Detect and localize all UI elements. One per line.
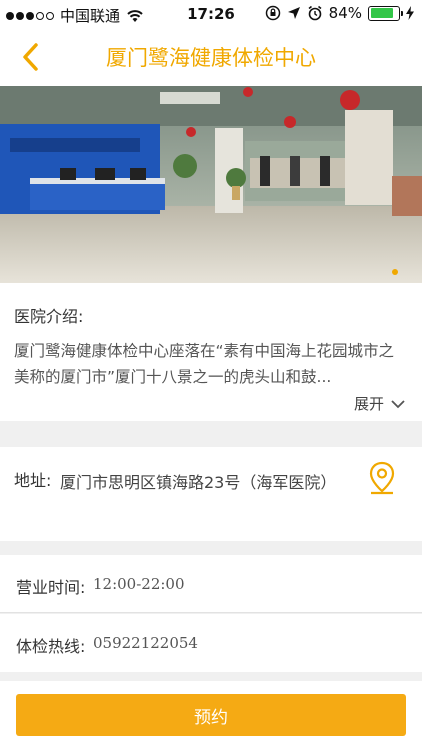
- hours-value: 12:00-22:00: [93, 575, 185, 593]
- expand-label: 展开: [353, 395, 384, 413]
- rotation-lock-icon: [265, 5, 280, 21]
- address-value: 厦门市思明区镇海路23号（海军医院）: [60, 473, 337, 492]
- hospital-lobby-photo: [0, 86, 422, 283]
- nav-bar: 厦门鹭海健康体检中心: [0, 28, 422, 86]
- location-pin-icon[interactable]: [368, 461, 396, 495]
- expand-button[interactable]: 展开: [354, 393, 406, 414]
- address-section: 地址: 厦门市思明区镇海路23号（海军医院）: [0, 447, 422, 541]
- battery-icon: [368, 5, 403, 21]
- status-right: 84%: [265, 4, 414, 22]
- status-bar: 中国联通 17:26 84%: [0, 0, 422, 28]
- intro-text: 厦门鹭海健康体检中心座落在“素有中国海上花园城市之美称的厦门市”厦门十八景之一的…: [14, 342, 395, 386]
- location-arrow-icon: [287, 7, 300, 19]
- battery-percent: 84%: [328, 4, 362, 22]
- page-title: 厦门鹭海健康体检中心: [106, 46, 316, 70]
- hotline-label: 体检热线:: [16, 637, 86, 656]
- bottom-action-bar: 预约: [0, 681, 422, 750]
- hotline-value[interactable]: 05922122054: [93, 634, 198, 652]
- book-appointment-button[interactable]: 预约: [16, 694, 406, 736]
- charging-bolt-icon: [406, 6, 414, 20]
- chevron-down-icon: [391, 399, 405, 408]
- address-label: 地址:: [14, 471, 52, 490]
- hotline-row[interactable]: 体检热线: 05922122054: [0, 614, 422, 672]
- business-hours-row: 营业时间: 12:00-22:00: [0, 555, 422, 613]
- hours-label: 营业时间:: [16, 578, 86, 597]
- intro-section: 医院介绍: 厦门鹭海健康体检中心座落在“素有中国海上花园城市之美称的厦门市”厦门…: [0, 283, 422, 421]
- alarm-icon: [308, 5, 322, 21]
- intro-label: 医院介绍:: [14, 307, 84, 326]
